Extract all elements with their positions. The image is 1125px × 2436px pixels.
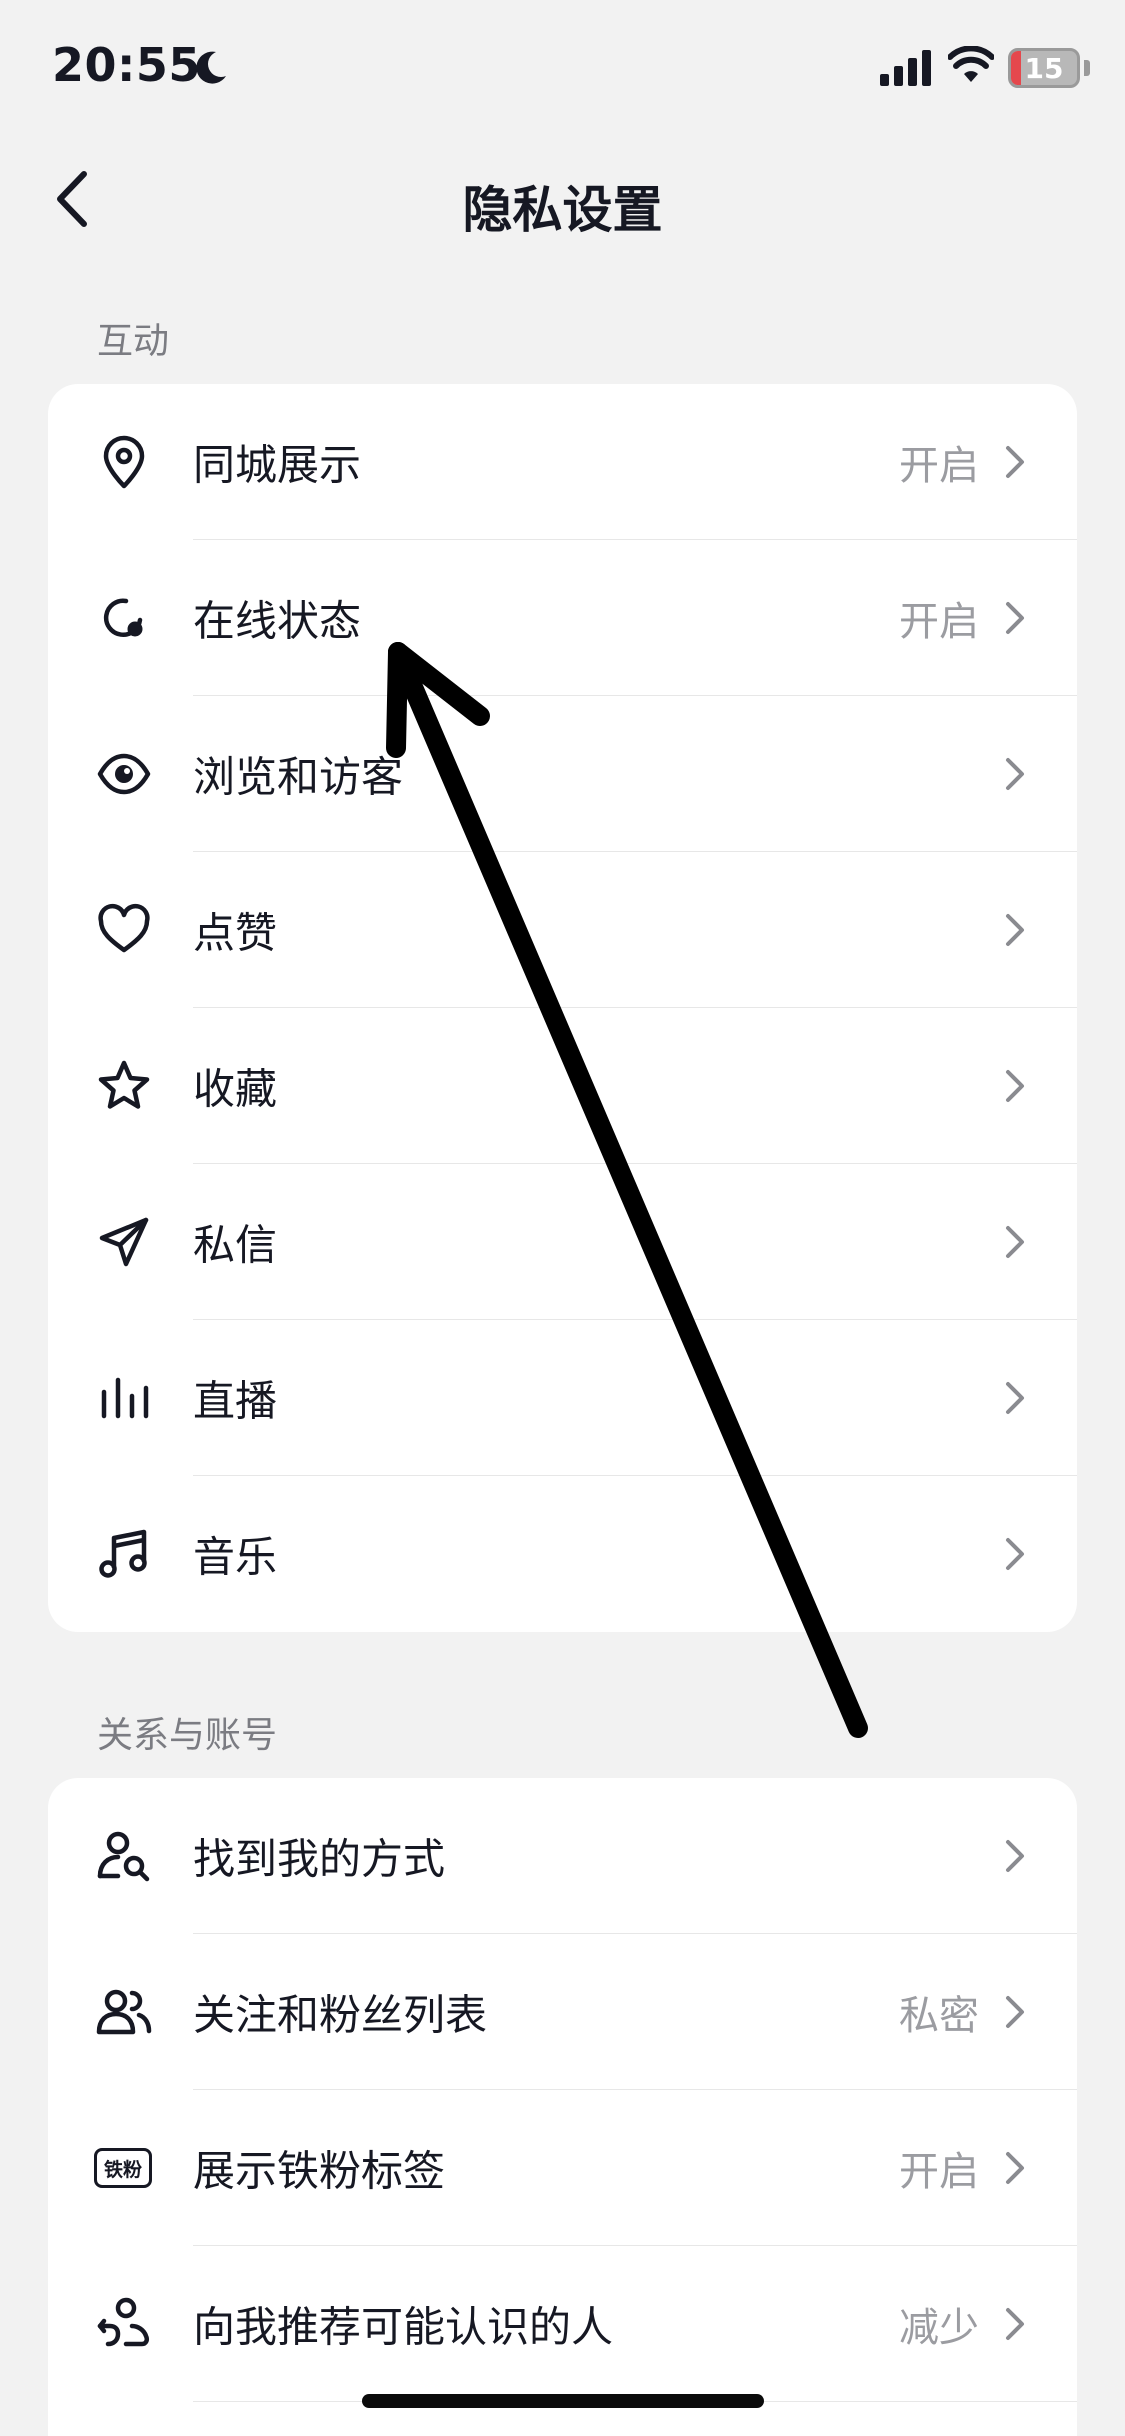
chevron-right-icon xyxy=(1006,2152,1024,2184)
setting-row-find-me[interactable]: 找到我的方式 xyxy=(48,1778,1077,1934)
relations-card: 找到我的方式 关注和粉丝列表 私密 铁粉 展示铁粉标签 开启 向我推荐可能认识的… xyxy=(48,1778,1077,2436)
page-title: 隐私设置 xyxy=(462,181,663,239)
setting-row-messages[interactable]: 私信 xyxy=(48,1164,1077,1320)
users-icon xyxy=(96,1989,152,2035)
chevron-right-icon xyxy=(1006,602,1024,634)
setting-label: 点赞 xyxy=(193,908,278,958)
setting-label: 展示铁粉标签 xyxy=(193,2146,446,2196)
eye-icon xyxy=(97,753,151,795)
battery-icon: 15 xyxy=(1008,48,1080,88)
chevron-right-icon xyxy=(1006,446,1024,478)
setting-label: 私信 xyxy=(193,1220,278,1270)
setting-value: 开启 xyxy=(899,443,979,489)
tiefen-badge-icon: 铁粉 xyxy=(94,2148,152,2188)
moon-icon xyxy=(196,51,226,84)
wifi-icon xyxy=(948,46,994,82)
setting-row-recommend-people[interactable]: 向我推荐可能认识的人 减少 xyxy=(48,2246,1077,2402)
navigation-bar: 隐私设置 xyxy=(0,140,1125,260)
setting-value: 私密 xyxy=(899,1993,979,2039)
setting-row-follow-fans-list[interactable]: 关注和粉丝列表 私密 xyxy=(48,1934,1077,2090)
setting-value: 减少 xyxy=(899,2305,979,2351)
setting-label: 直播 xyxy=(193,1376,278,1426)
setting-row-music[interactable]: 音乐 xyxy=(48,1476,1077,1632)
chevron-right-icon xyxy=(1006,914,1024,946)
chevron-right-icon xyxy=(1006,1070,1024,1102)
recommend-people-icon xyxy=(97,2297,150,2347)
setting-row-favorites[interactable]: 收藏 xyxy=(48,1008,1077,1164)
battery-percent: 15 xyxy=(1024,52,1064,85)
setting-row-live[interactable]: 直播 xyxy=(48,1320,1077,1476)
battery-tip xyxy=(1084,60,1090,76)
setting-row-tiefen-label[interactable]: 铁粉 展示铁粉标签 开启 xyxy=(48,2090,1077,2246)
setting-row-likes[interactable]: 点赞 xyxy=(48,852,1077,1008)
status-time: 20:55 xyxy=(52,38,201,92)
chevron-right-icon xyxy=(1006,2308,1024,2340)
section-header-interaction: 互动 xyxy=(97,321,170,362)
music-note-icon xyxy=(99,1529,147,1578)
section-header-relations: 关系与账号 xyxy=(97,1715,278,1756)
star-icon xyxy=(98,1060,150,1109)
setting-value: 开启 xyxy=(899,599,979,645)
chevron-right-icon xyxy=(1006,1538,1024,1570)
chevron-right-icon xyxy=(1006,1382,1024,1414)
chevron-right-icon xyxy=(1006,1226,1024,1258)
interaction-card: 同城展示 开启 在线状态 开启 浏览和访客 点赞 收藏 私信 直播 音乐 xyxy=(48,384,1077,1632)
chevron-right-icon xyxy=(1006,758,1024,790)
setting-label: 收藏 xyxy=(193,1064,278,1114)
setting-label: 音乐 xyxy=(193,1532,278,1582)
setting-label: 同城展示 xyxy=(193,440,362,490)
setting-label: 浏览和访客 xyxy=(193,752,404,802)
live-bars-icon xyxy=(101,1377,149,1419)
privacy-settings-screen: 20:55 15 隐私设置 互动 同城展示 开启 在线状态 开启 浏览和访客 点… xyxy=(0,0,1125,2436)
paper-plane-icon xyxy=(99,1217,149,1267)
setting-label: 关注和粉丝列表 xyxy=(193,1990,488,2040)
home-indicator[interactable] xyxy=(362,2394,764,2408)
user-search-icon xyxy=(97,1831,150,1882)
location-pin-icon xyxy=(103,435,145,489)
setting-label: 向我推荐可能认识的人 xyxy=(193,2302,614,2352)
setting-label: 在线状态 xyxy=(193,596,362,646)
setting-value: 开启 xyxy=(899,2149,979,2195)
cellular-signal-icon xyxy=(880,50,931,86)
setting-row-online-status[interactable]: 在线状态 开启 xyxy=(48,540,1077,696)
heart-icon xyxy=(98,903,150,953)
chevron-right-icon xyxy=(1006,1840,1024,1872)
status-bar: 20:55 15 xyxy=(0,0,1125,140)
online-status-icon xyxy=(103,598,143,637)
setting-label: 找到我的方式 xyxy=(193,1834,446,1884)
setting-row-browse-visitors[interactable]: 浏览和访客 xyxy=(48,696,1077,852)
chevron-right-icon xyxy=(1006,1996,1024,2028)
setting-row-nearby-display[interactable]: 同城展示 开启 xyxy=(48,384,1077,540)
